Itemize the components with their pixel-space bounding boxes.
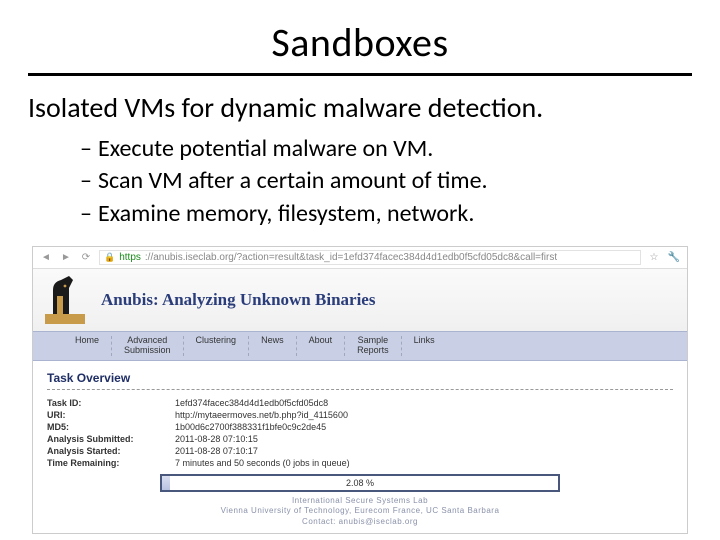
site-footer: International Secure Systems Lab Vienna … xyxy=(47,496,673,527)
task-overview: Task Overview Task ID:1efd374facec384d4d… xyxy=(33,361,687,533)
slide-title: Sandboxes xyxy=(28,18,692,67)
url-scheme: https xyxy=(119,252,141,263)
value-uri: http://mytaeermoves.net/b.php?id_4115600 xyxy=(175,410,673,420)
divider xyxy=(47,389,673,390)
value-task-id: 1efd374facec384d4d1edb0f5cfd05dc8 xyxy=(175,398,673,408)
footer-line: Vienna University of Technology, Eurecom… xyxy=(47,506,673,516)
bullet-item: Examine memory, filesystem, network. xyxy=(80,198,692,230)
site-banner: Anubis: Analyzing Unknown Binaries xyxy=(33,269,687,331)
progress-bar: 2.08 % xyxy=(160,474,560,492)
nav-menu: Home Advanced Submission Clustering News… xyxy=(33,331,687,361)
lock-icon: 🔒 xyxy=(104,252,115,263)
nav-sample-reports[interactable]: Sample Reports xyxy=(345,336,402,356)
site-brand: Anubis: Analyzing Unknown Binaries xyxy=(101,290,375,310)
value-remaining: 7 minutes and 50 seconds (0 jobs in queu… xyxy=(175,458,673,468)
task-overview-heading: Task Overview xyxy=(47,371,673,385)
nav-about[interactable]: About xyxy=(297,336,346,356)
task-details: Task ID:1efd374facec384d4d1edb0f5cfd05dc… xyxy=(47,398,673,468)
label-md5: MD5: xyxy=(47,422,175,432)
bullet-list: Execute potential malware on VM. Scan VM… xyxy=(80,133,692,230)
progress-label: 2.08 % xyxy=(162,478,558,488)
footer-line: International Secure Systems Lab xyxy=(47,496,673,506)
browser-toolbar: ◄ ► ⟳ 🔒 https ://anubis.iseclab.org/?act… xyxy=(33,247,687,269)
browser-screenshot: ◄ ► ⟳ 🔒 https ://anubis.iseclab.org/?act… xyxy=(32,246,688,534)
value-md5: 1b00d6c2700f388331f1bfe0c9c2de45 xyxy=(175,422,673,432)
wrench-icon[interactable]: 🔧 xyxy=(667,251,681,265)
forward-icon[interactable]: ► xyxy=(59,251,73,265)
label-remaining: Time Remaining: xyxy=(47,458,175,468)
bookmark-icon[interactable]: ☆ xyxy=(647,251,661,265)
label-task-id: Task ID: xyxy=(47,398,175,408)
label-submitted: Analysis Submitted: xyxy=(47,434,175,444)
bullet-item: Execute potential malware on VM. xyxy=(80,133,692,165)
address-bar[interactable]: 🔒 https ://anubis.iseclab.org/?action=re… xyxy=(99,250,641,265)
nav-home[interactable]: Home xyxy=(63,336,112,356)
slide-subtitle: Isolated VMs for dynamic malware detecti… xyxy=(28,90,692,125)
title-rule xyxy=(28,73,692,76)
nav-advanced-submission[interactable]: Advanced Submission xyxy=(112,336,184,356)
nav-news[interactable]: News xyxy=(249,336,297,356)
anubis-logo-icon xyxy=(43,274,87,326)
reload-icon[interactable]: ⟳ xyxy=(79,251,93,265)
label-started: Analysis Started: xyxy=(47,446,175,456)
label-uri: URI: xyxy=(47,410,175,420)
nav-links[interactable]: Links xyxy=(402,336,447,356)
footer-line: Contact: anubis@iseclab.org xyxy=(47,517,673,527)
bullet-item: Scan VM after a certain amount of time. xyxy=(80,165,692,197)
nav-clustering[interactable]: Clustering xyxy=(184,336,250,356)
value-started: 2011-08-28 07:10:17 xyxy=(175,446,673,456)
url-text: ://anubis.iseclab.org/?action=result&tas… xyxy=(145,252,557,263)
value-submitted: 2011-08-28 07:10:15 xyxy=(175,434,673,444)
back-icon[interactable]: ◄ xyxy=(39,251,53,265)
